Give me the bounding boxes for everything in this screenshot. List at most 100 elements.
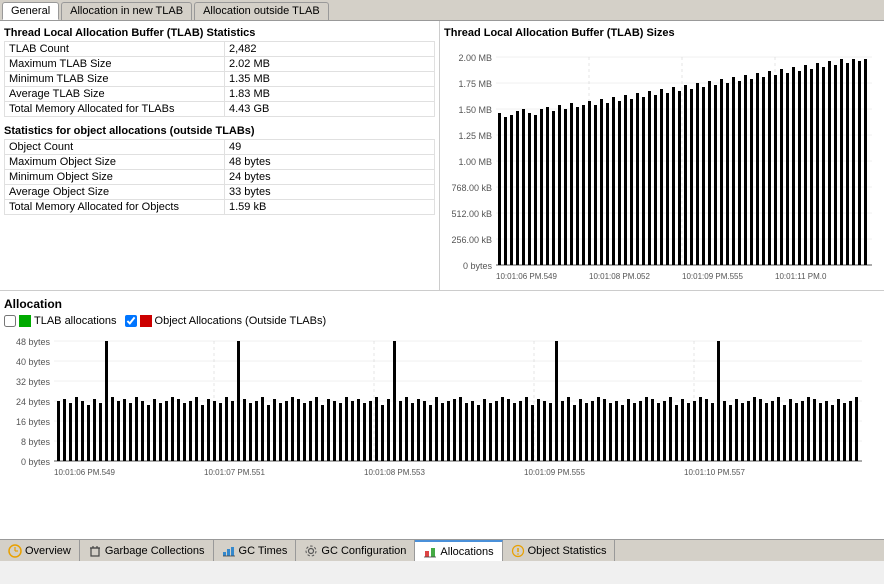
allocation-title: Allocation [4,295,880,313]
svg-text:40 bytes: 40 bytes [16,357,51,367]
chart-icon [222,544,236,558]
tlab-chart: 2.00 MB 1.75 MB 1.50 MB 1.25 MB 1.00 MB … [444,43,874,283]
max-obj-label: Maximum Object Size [5,155,225,170]
tlab-chart-container: Thread Local Allocation Buffer (TLAB) Si… [440,21,884,290]
tab-gc-label: Garbage Collections [105,545,205,557]
svg-text:2.00 MB: 2.00 MB [458,53,492,63]
svg-text:1.75 MB: 1.75 MB [458,79,492,89]
tab-overview-label: Overview [25,545,71,557]
svg-text:768.00 kB: 768.00 kB [451,183,492,193]
svg-text:10:01:09 PM.555: 10:01:09 PM.555 [682,272,743,281]
top-tab-bar: General Allocation in new TLAB Allocatio… [0,0,884,21]
main-content: Thread Local Allocation Buffer (TLAB) St… [0,21,884,561]
min-obj-label: Minimum Object Size [5,170,225,185]
tab-alloc-new-tlab[interactable]: Allocation in new TLAB [61,2,192,20]
tab-object-statistics[interactable]: Object Statistics [503,540,616,561]
svg-text:10:01:10 PM.557: 10:01:10 PM.557 [684,468,745,477]
avg-obj-label: Average Object Size [5,185,225,200]
svg-text:32 bytes: 32 bytes [16,377,51,387]
svg-text:10:01:09 PM.555: 10:01:09 PM.555 [524,468,585,477]
svg-text:8 bytes: 8 bytes [21,437,51,447]
svg-text:0 bytes: 0 bytes [21,457,51,467]
tab-general[interactable]: General [2,2,59,20]
table-row: TLAB Count 2,482 [5,42,435,57]
tab-garbage-collections[interactable]: Garbage Collections [80,540,214,561]
alloc-icon [423,545,437,559]
chart-legend: TLAB allocations Object Allocations (Out… [4,313,880,331]
object-stats-table: Object Count 49 Maximum Object Size 48 b… [4,139,435,215]
tlab-legend-label: TLAB allocations [34,315,117,327]
tab-overview[interactable]: Overview [0,540,80,561]
svg-text:512.00 kB: 512.00 kB [451,209,492,219]
table-row: Maximum TLAB Size 2.02 MB [5,57,435,72]
gear-icon [304,544,318,558]
tab-gc-configuration[interactable]: GC Configuration [296,540,415,561]
max-obj-value: 48 bytes [225,155,435,170]
table-row: Object Count 49 [5,140,435,155]
svg-text:10:01:08 PM.553: 10:01:08 PM.553 [364,468,425,477]
max-tlab-value: 2.02 MB [225,57,435,72]
object-legend-color [140,315,152,327]
svg-text:16 bytes: 16 bytes [16,417,51,427]
legend-object: Object Allocations (Outside TLABs) [125,315,327,327]
total-tlab-label: Total Memory Allocated for TLABs [5,102,225,117]
stats-left: Thread Local Allocation Buffer (TLAB) St… [0,21,440,290]
tlab-stats-table: TLAB Count 2,482 Maximum TLAB Size 2.02 … [4,41,435,117]
legend-tlab: TLAB allocations [4,315,117,327]
svg-text:10:01:06 PM.549: 10:01:06 PM.549 [496,272,557,281]
tab-alloc-outside-tlab[interactable]: Allocation outside TLAB [194,2,329,20]
tlab-count-value: 2,482 [225,42,435,57]
trash-icon [88,544,102,558]
tab-gc-config-label: GC Configuration [321,545,406,557]
object-checkbox[interactable] [125,315,137,327]
svg-text:0 bytes: 0 bytes [463,261,493,271]
bottom-tab-bar: Overview Garbage Collections GC Times [0,539,884,561]
table-row: Minimum TLAB Size 1.35 MB [5,72,435,87]
avg-obj-value: 33 bytes [225,185,435,200]
tlab-checkbox[interactable] [4,315,16,327]
max-tlab-label: Maximum TLAB Size [5,57,225,72]
table-row: Average TLAB Size 1.83 MB [5,87,435,102]
tlab-legend-color [19,315,31,327]
total-tlab-value: 4.43 GB [225,102,435,117]
svg-text:10:01:07 PM.551: 10:01:07 PM.551 [204,468,265,477]
object-legend-label: Object Allocations (Outside TLABs) [155,315,327,327]
table-row: Minimum Object Size 24 bytes [5,170,435,185]
svg-text:48 bytes: 48 bytes [16,337,51,347]
avg-tlab-label: Average TLAB Size [5,87,225,102]
obj-count-value: 49 [225,140,435,155]
svg-text:1.00 MB: 1.00 MB [458,157,492,167]
table-row: Average Object Size 33 bytes [5,185,435,200]
clock-icon [8,544,22,558]
tab-allocations[interactable]: Allocations [415,540,502,561]
tlab-chart-title: Thread Local Allocation Buffer (TLAB) Si… [444,25,880,43]
svg-text:1.50 MB: 1.50 MB [458,105,492,115]
table-row: Maximum Object Size 48 bytes [5,155,435,170]
tlab-stats-header: Thread Local Allocation Buffer (TLAB) St… [4,25,435,41]
total-obj-value: 1.59 kB [225,200,435,215]
svg-text:10:01:11 PM.0: 10:01:11 PM.0 [775,272,827,281]
avg-tlab-value: 1.83 MB [225,87,435,102]
min-tlab-label: Minimum TLAB Size [5,72,225,87]
tab-gc-times-label: GC Times [239,545,288,557]
top-section: Thread Local Allocation Buffer (TLAB) St… [0,21,884,291]
total-obj-label: Total Memory Allocated for Objects [5,200,225,215]
allocation-chart: 48 bytes 40 bytes 32 bytes 24 bytes 16 b… [4,331,864,506]
svg-text:10:01:08 PM.052: 10:01:08 PM.052 [589,272,650,281]
table-row: Total Memory Allocated for TLABs 4.43 GB [5,102,435,117]
svg-text:1.25 MB: 1.25 MB [458,131,492,141]
tab-obj-stats-label: Object Statistics [528,545,607,557]
tlab-bars [498,59,867,265]
svg-text:10:01:06 PM.549: 10:01:06 PM.549 [54,468,115,477]
svg-text:256.00 kB: 256.00 kB [451,235,492,245]
object-stats-header: Statistics for object allocations (outsi… [4,123,435,139]
tab-gc-times[interactable]: GC Times [214,540,297,561]
allocation-section: Allocation TLAB allocations Object Alloc… [0,291,884,561]
svg-text:24 bytes: 24 bytes [16,397,51,407]
tab-allocations-label: Allocations [440,546,493,558]
min-obj-value: 24 bytes [225,170,435,185]
table-row: Total Memory Allocated for Objects 1.59 … [5,200,435,215]
stats-icon [511,544,525,558]
tlab-count-label: TLAB Count [5,42,225,57]
obj-count-label: Object Count [5,140,225,155]
